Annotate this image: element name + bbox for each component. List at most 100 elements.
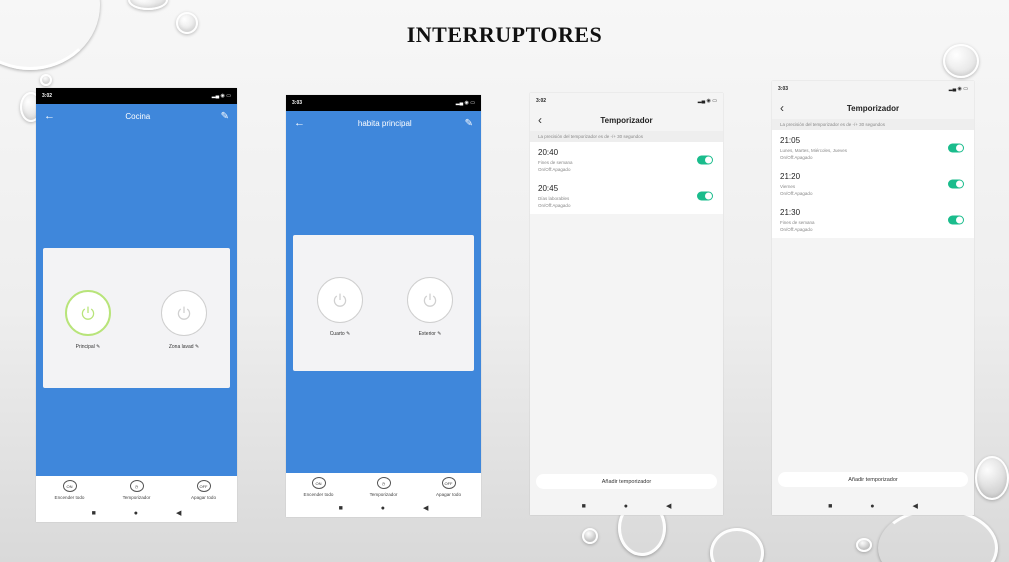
back-nav-icon[interactable]: ◀ (176, 509, 181, 517)
timer-toggle[interactable] (697, 191, 713, 201)
status-time: 3:02 (536, 98, 547, 104)
on-icon: ON (311, 477, 326, 489)
recents-icon[interactable]: ■ (92, 510, 96, 517)
timer-toggle[interactable] (948, 143, 964, 153)
water-drop-decoration (943, 44, 979, 78)
status-bar: 3:03 ▂▄ ◉ ▭ (286, 95, 481, 111)
add-timer-button[interactable]: Añadir temporizador (778, 472, 968, 487)
switch-panel-area: Cuarto ✎ Exterior ✎ (286, 135, 481, 473)
home-icon[interactable]: ● (134, 510, 138, 517)
edit-icon[interactable]: ✎ (221, 111, 229, 122)
clock-icon: ◷ (129, 480, 144, 492)
timer-list: 21:05 Lunes, Martes, Miércoles, Jueves O… (772, 130, 974, 238)
timer-button[interactable]: ◷ Temporizador (109, 480, 164, 500)
power-button-cuarto[interactable] (317, 277, 363, 323)
power-button-principal[interactable] (65, 290, 111, 336)
timer-list: 20:40 Fines de semana On/Off:Apagado 20:… (530, 142, 723, 214)
power-button-zona-lavad[interactable] (161, 290, 207, 336)
system-nav-bar: ■ ● ◀ (772, 497, 974, 515)
off-icon: OFF (196, 480, 211, 492)
back-arrow-icon[interactable]: ← (44, 110, 55, 122)
water-drop-decoration (975, 456, 1009, 500)
phone-screen-cocina: 3:02 ▂▄ ◉ ▭ ← Cocina ✎ Principal ✎ Zona … (36, 88, 237, 522)
water-drop-decoration (128, 0, 168, 10)
timer-row[interactable]: 20:45 Días laborables On/Off:Apagado (530, 178, 723, 214)
room-title: habita principal (357, 118, 412, 128)
slide-title: INTERRUPTORES (406, 22, 603, 47)
recents-icon[interactable]: ■ (828, 503, 832, 510)
recents-icon[interactable]: ■ (339, 505, 343, 512)
home-icon[interactable]: ● (624, 503, 628, 510)
water-drop-decoration (710, 528, 764, 562)
page-title: Temporizador (600, 115, 653, 125)
power-icon (423, 293, 437, 307)
phone-screen-timers-2: 3:03 ▂▄ ◉ ▭ ‹ Temporizador La precisión … (772, 81, 974, 515)
turn-all-off-button[interactable]: OFF Apagar todo (176, 480, 231, 500)
chevron-left-icon[interactable]: ‹ (780, 101, 800, 115)
switch-label[interactable]: Zona lavad ✎ (154, 344, 214, 350)
water-drop-decoration (40, 74, 52, 86)
water-drop-decoration (878, 508, 998, 562)
turn-all-on-button[interactable]: ON Encender todo (291, 477, 346, 497)
switch-label[interactable]: Exterior ✎ (400, 331, 460, 337)
switch-label[interactable]: Cuarto ✎ (310, 331, 370, 337)
add-timer-button[interactable]: Añadir temporizador (536, 474, 717, 489)
turn-all-off-button[interactable]: OFF Apagar todo (421, 477, 476, 497)
status-icons: ▂▄ ◉ ▭ (455, 100, 475, 106)
bulk-actions-bar: ON Encender todo ◷ Temporizador OFF Apag… (286, 473, 481, 499)
system-nav-bar: ■ ● ◀ (36, 504, 237, 522)
timer-header: ‹ Temporizador (772, 97, 974, 119)
power-button-exterior[interactable] (407, 277, 453, 323)
status-icons: ▂▄ ◉ ▭ (211, 93, 231, 99)
chevron-left-icon[interactable]: ‹ (538, 113, 558, 127)
status-time: 3:02 (42, 93, 53, 99)
phone-screen-timers-1: 3:02 ▂▄ ◉ ▭ ‹ Temporizador La precisión … (530, 93, 723, 515)
turn-all-on-button[interactable]: ON Encender todo (42, 480, 97, 500)
precision-note: La precisión del temporizador es de -/+ … (530, 131, 723, 142)
status-bar: 3:02 ▂▄ ◉ ▭ (36, 88, 237, 104)
page-title: Temporizador (846, 103, 900, 113)
home-icon[interactable]: ● (870, 503, 874, 510)
status-bar: 3:03 ▂▄ ◉ ▭ (772, 81, 974, 97)
power-icon (177, 306, 191, 320)
recents-icon[interactable]: ■ (582, 503, 586, 510)
status-bar: 3:02 ▂▄ ◉ ▭ (530, 93, 723, 109)
status-icons: ▂▄ ◉ ▭ (948, 86, 968, 92)
bulk-actions-bar: ON Encender todo ◷ Temporizador OFF Apag… (36, 476, 237, 504)
clock-icon: ◷ (376, 477, 391, 489)
switch-panel-area: Principal ✎ Zona lavad ✎ (36, 128, 237, 476)
power-icon (81, 306, 95, 320)
timer-row[interactable]: 20:40 Fines de semana On/Off:Apagado (530, 142, 723, 178)
water-drop-decoration (856, 538, 872, 552)
back-nav-icon[interactable]: ◀ (423, 504, 428, 512)
switch-card: Cuarto ✎ Exterior ✎ (293, 235, 474, 371)
app-bar: ← Cocina ✎ (36, 104, 237, 128)
off-icon: OFF (441, 477, 456, 489)
status-icons: ▂▄ ◉ ▭ (697, 98, 717, 104)
app-bar: ← habita principal ✎ (286, 111, 481, 135)
timer-row[interactable]: 21:20 Viernes On/Off:Apagado (772, 166, 974, 202)
water-drop-decoration (582, 528, 598, 544)
system-nav-bar: ■ ● ◀ (530, 497, 723, 515)
back-nav-icon[interactable]: ◀ (666, 502, 671, 510)
timer-header: ‹ Temporizador (530, 109, 723, 131)
switch-label[interactable]: Principal ✎ (58, 344, 118, 350)
timer-button[interactable]: ◷ Temporizador (356, 477, 411, 497)
system-nav-bar: ■ ● ◀ (286, 499, 481, 517)
timer-toggle[interactable] (948, 215, 964, 225)
room-title: Cocina (125, 111, 151, 121)
back-nav-icon[interactable]: ◀ (913, 502, 918, 510)
power-icon (333, 293, 347, 307)
edit-icon[interactable]: ✎ (465, 118, 473, 129)
precision-note: La precisión del temporizador es de -/+ … (772, 119, 974, 130)
timer-toggle[interactable] (697, 155, 713, 165)
on-icon: ON (62, 480, 77, 492)
timer-row[interactable]: 21:30 Fines de semana On/Off:Apagado (772, 202, 974, 238)
timer-toggle[interactable] (948, 179, 964, 189)
phone-screen-habita-principal: 3:03 ▂▄ ◉ ▭ ← habita principal ✎ Cuarto … (286, 95, 481, 517)
timer-row[interactable]: 21:05 Lunes, Martes, Miércoles, Jueves O… (772, 130, 974, 166)
home-icon[interactable]: ● (381, 505, 385, 512)
switch-card: Principal ✎ Zona lavad ✎ (43, 248, 230, 388)
status-time: 3:03 (778, 86, 789, 92)
back-arrow-icon[interactable]: ← (294, 117, 305, 129)
